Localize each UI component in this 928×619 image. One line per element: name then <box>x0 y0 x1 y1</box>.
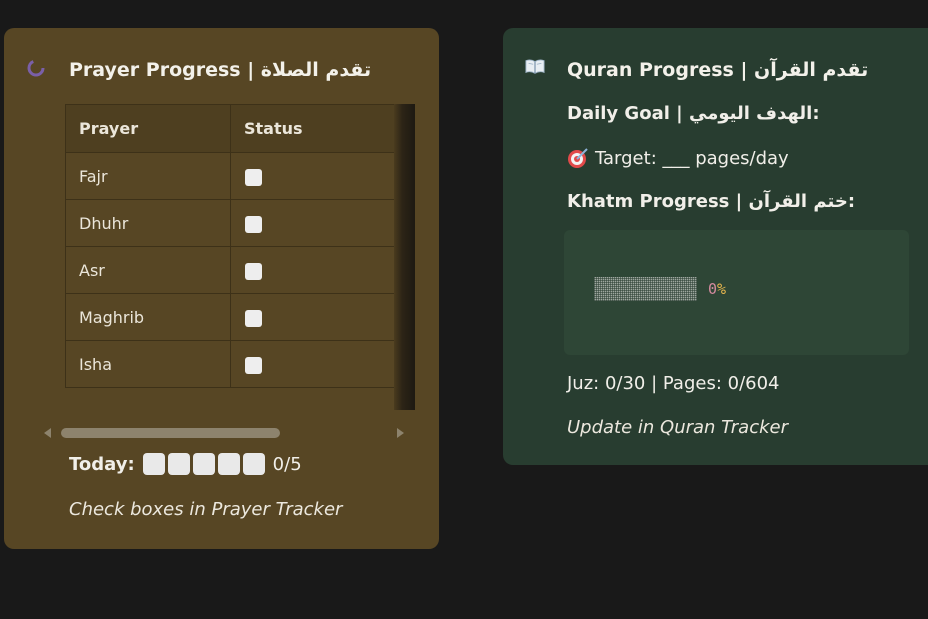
today-box <box>217 453 240 475</box>
target-row: Target: ___ pages/day <box>567 147 789 169</box>
today-count: 0/5 <box>272 453 302 475</box>
scroll-right-arrow-icon[interactable] <box>397 428 404 438</box>
today-box <box>242 453 265 475</box>
dhuhr-checkbox[interactable] <box>245 215 262 233</box>
prayer-name: Isha <box>65 340 231 388</box>
prayer-name: Fajr <box>65 152 231 200</box>
today-summary: Today: 0/5 <box>69 453 302 475</box>
asr-checkbox[interactable] <box>245 262 262 280</box>
horizontal-scrollbar-thumb[interactable] <box>61 428 280 438</box>
today-label: Today: <box>69 453 135 475</box>
book-icon <box>525 59 545 74</box>
prayer-note: Check boxes in Prayer Tracker <box>69 499 343 520</box>
table-row: Isha <box>65 340 401 388</box>
table-scroll-shadow <box>394 104 415 410</box>
table-row: Dhuhr <box>65 199 401 247</box>
prayer-card-title: Prayer Progress | تقدم الصلاة <box>69 59 372 81</box>
status-cell <box>230 340 401 388</box>
column-header-status: Status <box>230 104 401 153</box>
khatm-label: Khatm Progress | ختم القرآن: <box>567 191 856 212</box>
maghrib-checkbox[interactable] <box>245 309 262 327</box>
prayer-table: Prayer Status Fajr Dhuhr Asr Maghrib Ish… <box>65 104 401 388</box>
prayer-table-container: Prayer Status Fajr Dhuhr Asr Maghrib Ish… <box>65 104 411 410</box>
daily-goal-label: Daily Goal | الهدف اليومي: <box>567 103 820 124</box>
today-box <box>142 453 165 475</box>
prayer-name: Dhuhr <box>65 199 231 247</box>
quran-card-title: Quran Progress | تقدم القرآن <box>567 59 869 81</box>
status-cell <box>230 293 401 341</box>
prayer-progress-card: Prayer Progress | تقدم الصلاة Prayer Sta… <box>4 28 439 549</box>
spinner-icon <box>27 59 45 77</box>
prayer-name: Asr <box>65 246 231 294</box>
target-icon <box>568 148 588 168</box>
table-row: Maghrib <box>65 293 401 341</box>
status-cell <box>230 199 401 247</box>
status-cell <box>230 246 401 294</box>
table-row: Asr <box>65 246 401 294</box>
today-box <box>167 453 190 475</box>
today-box <box>192 453 215 475</box>
quran-progress-card: Quran Progress | تقدم القرآن Daily Goal … <box>503 28 928 465</box>
scroll-left-arrow-icon[interactable] <box>44 428 51 438</box>
target-text: Target: ___ pages/day <box>595 147 789 169</box>
table-row: Fajr <box>65 152 401 200</box>
prayer-name: Maghrib <box>65 293 231 341</box>
isha-checkbox[interactable] <box>245 356 262 374</box>
khatm-progress-percent: 0% <box>708 280 727 298</box>
khatm-progress-box: 0% <box>564 230 909 355</box>
status-cell <box>230 152 401 200</box>
fajr-checkbox[interactable] <box>245 168 262 186</box>
quran-note: Update in Quran Tracker <box>567 417 789 438</box>
khatm-progress-bar <box>594 277 697 301</box>
column-header-prayer: Prayer <box>65 104 231 153</box>
quran-stats: Juz: 0/30 | Pages: 0/604 <box>567 373 780 394</box>
